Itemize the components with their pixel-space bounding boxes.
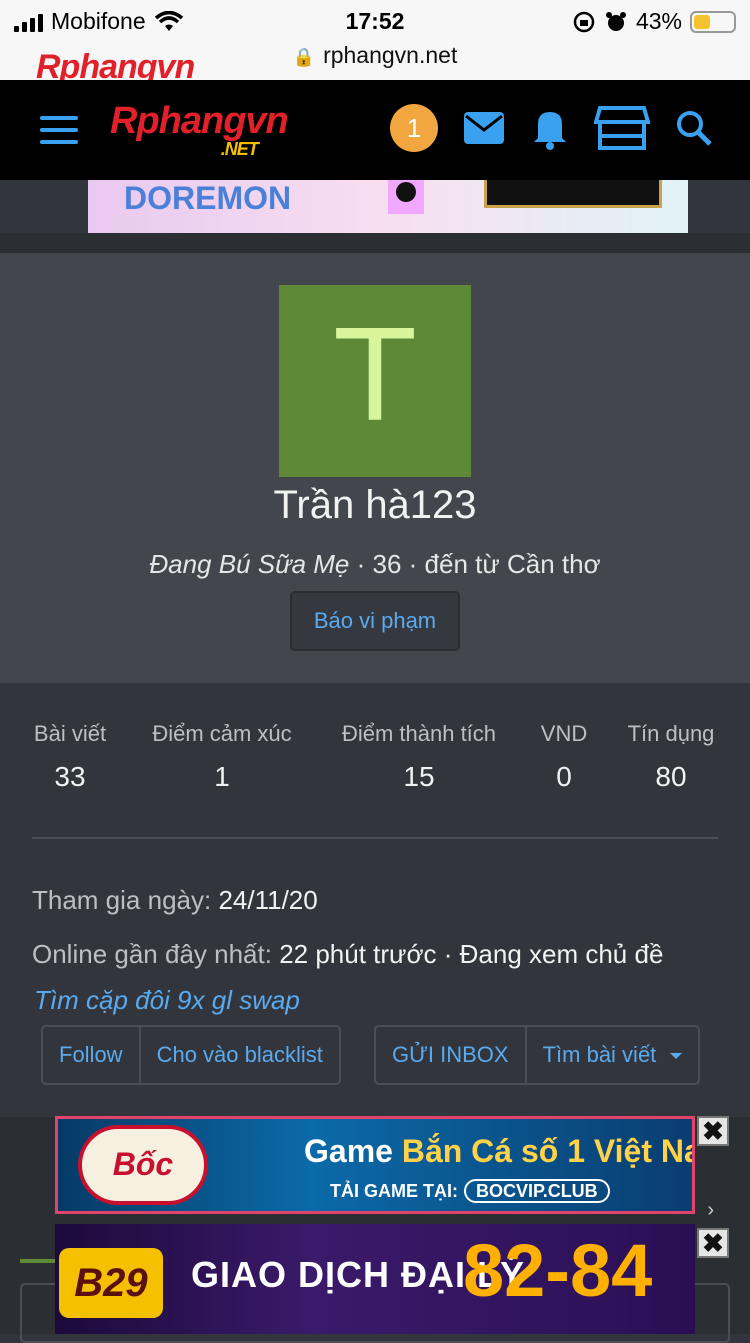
last-seen-row: Online gần đây nhất: 22 phút trước · Đan… <box>32 939 663 970</box>
rotation-lock-icon <box>573 11 595 32</box>
stat-posts[interactable]: Bài viết 33 <box>32 721 108 793</box>
url-text: rphangvn.net <box>323 42 458 68</box>
store-icon[interactable] <box>594 104 650 152</box>
logo-text: Rphangvn <box>110 100 289 142</box>
find-posts-label: Tìm bài viết <box>542 1042 657 1067</box>
report-button[interactable]: Báo vi phạm <box>290 591 460 651</box>
menu-icon[interactable] <box>40 116 78 144</box>
last-seen-value[interactable]: 22 phút trước · Đang xem chủ đề <box>279 939 663 969</box>
stat-label: Tín dụng <box>627 721 715 746</box>
profile-stats: Bài viết 33 Điểm cảm xúc 1 Điểm thành tích… <box>0 683 750 1117</box>
button-group-follow: Follow Cho vào blacklist <box>41 1025 341 1085</box>
profile-header: T Trần hà123 Đang Bú Sữa Mẹ · 36 · đến t… <box>0 253 750 683</box>
blacklist-button[interactable]: Cho vào blacklist <box>138 1027 339 1083</box>
ad-site: BOCVIP.CLUB <box>464 1179 610 1203</box>
last-seen-label: Online gần đây nhất: <box>32 939 272 969</box>
ad-headline: Game Bắn Cá số 1 Việt Nam <box>304 1133 692 1170</box>
bell-icon[interactable] <box>530 106 570 150</box>
joined-row: Tham gia ngày: 24/11/20 <box>32 885 318 916</box>
follow-button[interactable]: Follow <box>43 1027 139 1083</box>
mail-icon[interactable] <box>462 110 506 146</box>
banner-phone-box <box>484 180 662 208</box>
status-right: 43% <box>572 8 736 35</box>
stat-reactions[interactable]: Điểm cảm xúc 1 <box>146 721 298 793</box>
active-tab-indicator <box>20 1259 56 1263</box>
notification-count-badge[interactable]: 1 <box>390 104 438 152</box>
username: Trần hà123 <box>273 483 477 527</box>
divider <box>32 837 718 839</box>
top-banner-ad[interactable]: DOREMON <box>88 180 688 233</box>
logo-suffix: .NET <box>220 139 259 159</box>
ad-sub-label: TẢI GAME TẠI: <box>330 1181 458 1201</box>
battery-percent: 43% <box>635 8 682 34</box>
separator <box>0 233 750 253</box>
lock-icon: 🔒 <box>292 47 316 67</box>
ad-rate: 82-84 <box>463 1229 653 1312</box>
ad-headline-a: Game <box>304 1133 402 1169</box>
status-bar: Mobifone 17:52 43% <box>0 0 750 44</box>
ad-logo: Bốc <box>78 1125 208 1205</box>
stat-value: 15 <box>403 761 435 792</box>
ad-logo: B29 <box>59 1248 163 1318</box>
close-icon[interactable]: ✖ <box>697 1228 729 1258</box>
joined-value: 24/11/20 <box>218 885 318 915</box>
stat-value: 1 <box>214 761 230 792</box>
ad-headline-b: Bắn Cá số 1 Việt Nam <box>401 1133 692 1169</box>
stat-label: Bài viết <box>33 721 107 746</box>
button-group-inbox: GỬI INBOX Tìm bài viết <box>374 1025 701 1085</box>
floating-ad-b29[interactable]: B29 GIAO DỊCH ĐẠI LÝ 82-84 <box>55 1224 695 1334</box>
user-title: Đang Bú Sữa Mẹ <box>149 549 350 579</box>
stat-label: VND <box>540 721 588 746</box>
header-icons: 1 <box>390 104 714 152</box>
floating-ad-boc-club[interactable]: Bốc Game Bắn Cá số 1 Việt Nam TẢI GAME T… <box>55 1116 695 1214</box>
close-icon[interactable]: ✖ <box>697 1116 729 1146</box>
stat-label: Điểm cảm xúc <box>152 721 292 746</box>
stat-value: 80 <box>655 761 687 792</box>
site-header: Rphangvn .NET 1 <box>0 80 750 180</box>
search-icon[interactable] <box>674 108 714 148</box>
stat-credit: Tín dụng 80 <box>624 721 718 793</box>
signature-link[interactable]: Tìm cặp đôi 9x gl swap <box>34 985 300 1016</box>
alarm-icon <box>605 11 626 31</box>
chevron-right-icon[interactable]: › <box>707 1199 714 1222</box>
battery-icon <box>690 10 736 33</box>
user-title-line: Đang Bú Sữa Mẹ · 36 · đến từ Cần thơ <box>0 549 750 580</box>
stat-vnd: VND 0 <box>538 721 590 793</box>
user-details: · 36 · đến từ Cần thơ <box>349 549 601 579</box>
stat-label: Điểm thành tích <box>341 721 497 746</box>
stat-trophies[interactable]: Điểm thành tích 15 <box>334 721 504 793</box>
banner-text: DOREMON <box>124 180 292 216</box>
find-posts-button[interactable]: Tìm bài viết <box>524 1027 699 1083</box>
avatar[interactable]: T <box>279 285 471 477</box>
inbox-button[interactable]: GỬI INBOX <box>376 1027 525 1083</box>
chevron-down-icon <box>670 1053 683 1060</box>
banner-graphic <box>388 180 424 214</box>
joined-label: Tham gia ngày: <box>32 885 212 915</box>
stat-value: 33 <box>54 761 86 792</box>
stat-value: 0 <box>556 761 572 792</box>
site-logo[interactable]: Rphangvn .NET <box>110 100 289 160</box>
ad-subtext: TẢI GAME TẠI: BOCVIP.CLUB <box>330 1179 610 1203</box>
